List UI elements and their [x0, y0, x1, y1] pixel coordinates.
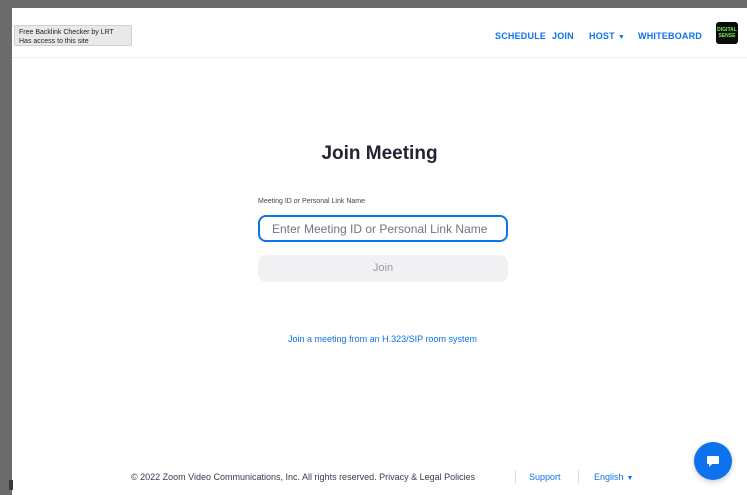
footer-divider [578, 470, 579, 484]
page-title: Join Meeting [321, 143, 438, 164]
chevron-down-icon: ▼ [626, 475, 634, 482]
chat-button[interactable] [694, 442, 732, 480]
scroll-marker [9, 480, 13, 490]
browser-frame-top [0, 0, 747, 8]
chat-bubble-icon [707, 455, 719, 467]
footer-divider [515, 470, 516, 484]
language-selector[interactable]: English ▼ [594, 472, 633, 482]
nav-schedule[interactable]: SCHEDULE [495, 31, 546, 41]
nav-host-label: HOST [589, 31, 615, 41]
extension-tooltip-line-1: Free Backlink Checker by LRT [19, 29, 114, 36]
avatar-text-line-2: SENSE [718, 33, 736, 39]
sip-room-link[interactable]: Join a meeting from an H.323/SIP room sy… [12, 334, 747, 344]
footer: © 2022 Zoom Video Communications, Inc. A… [12, 470, 747, 486]
nav-whiteboard[interactable]: WHITEBOARD [638, 31, 702, 41]
nav-host[interactable]: HOST ▼ [589, 31, 625, 41]
page: zoom Free Backlink Checker by LRT Has ac… [9, 8, 747, 495]
copyright: © 2022 Zoom Video Communications, Inc. A… [131, 472, 377, 482]
browser-frame-left [0, 8, 12, 495]
nav-join[interactable]: JOIN [552, 31, 574, 41]
extension-tooltip-line-2: Has access to this site [19, 38, 89, 45]
meeting-id-input[interactable] [258, 215, 508, 242]
top-header: zoom Free Backlink Checker by LRT Has ac… [12, 8, 747, 58]
language-label: English [594, 472, 624, 482]
avatar[interactable]: DIGITAL SENSE [716, 22, 738, 44]
meeting-id-label: Meeting ID or Personal Link Name [258, 198, 365, 205]
copyright-text: © 2022 Zoom Video Communications, Inc. A… [131, 472, 475, 482]
extension-tooltip: Free Backlink Checker by LRT Has access … [14, 25, 132, 46]
privacy-link[interactable]: Privacy & Legal Policies [379, 472, 475, 482]
chevron-down-icon: ▼ [617, 34, 625, 41]
support-link[interactable]: Support [529, 472, 561, 482]
join-button[interactable]: Join [258, 255, 508, 282]
